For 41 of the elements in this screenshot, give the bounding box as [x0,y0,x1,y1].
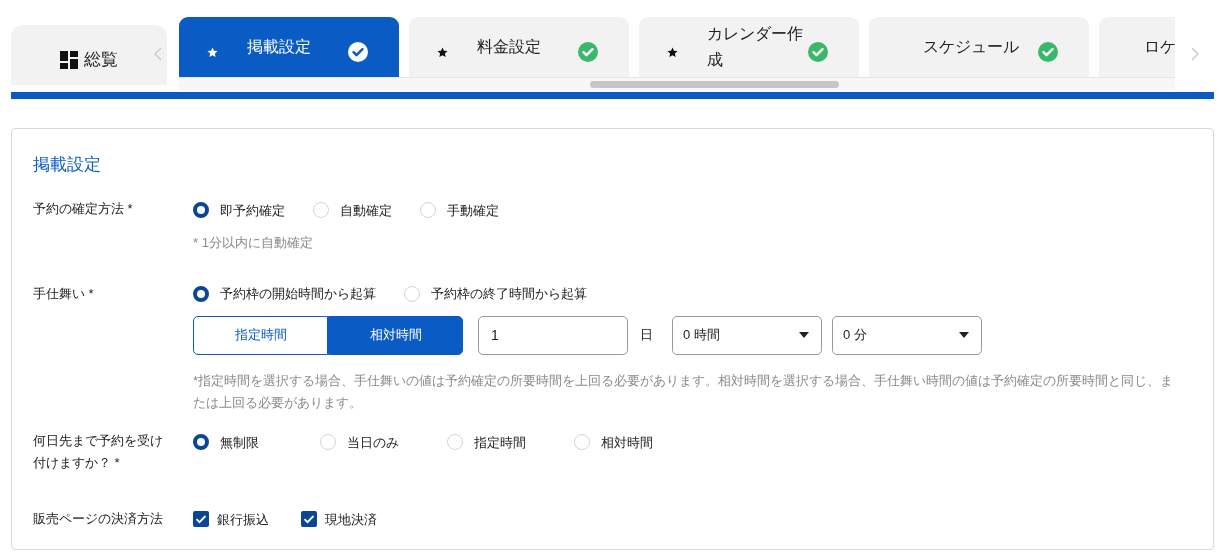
step-tab[interactable]: ロケ [1099,17,1175,77]
field-label: 予約の確定方法 * [33,199,134,218]
overview-tab[interactable]: 総覧 [11,25,167,85]
segment-button[interactable]: 相対時間 [328,315,463,355]
step-tab[interactable]: スケジュール [869,17,1089,77]
radio-label: 自動確定 [340,201,392,220]
dropdown-select[interactable]: 0 分 [832,315,982,355]
note-text: * 1分以内に自動確定 [193,234,314,252]
dashboard-icon [60,51,78,69]
radio-label: 当日のみ [347,433,399,452]
radio-label: 即予約確定 [220,201,285,220]
note-text: *指定時間を選択する場合、手仕舞いの値は予約確定の所要時間を上回る必要があります。相対時間を選択する場合、手仕舞い時間の値は予約確定の所要時間と同じ、または上回る必要があります。 [193,371,1175,412]
chevron-left-icon[interactable] [154,47,162,61]
radio-label: 手動確定 [447,201,499,220]
section-title: 掲載設定 [33,154,102,176]
days-input[interactable]: 1 [478,315,628,355]
checkbox-label: 現地決済 [325,510,377,529]
radio-label: 無制限 [220,433,259,452]
checkbox[interactable] [301,511,317,528]
step-tab[interactable]: 料金設定 [409,17,629,77]
dropdown-select[interactable]: 0 時間 [672,315,822,355]
field-label: 何日先まで予約を受け付けますか？ * [33,431,164,472]
step-tab[interactable]: カレンダー作成 [639,17,859,77]
scrollbar[interactable] [179,77,1175,90]
days-unit: 日 [640,326,653,345]
radio-label: 指定時間 [474,433,526,452]
radio-button[interactable] [193,285,209,302]
radio-label: 相対時間 [601,433,653,452]
field-label: 手仕舞い * [33,284,95,303]
chevron-right-icon[interactable] [1191,47,1199,61]
segment-button[interactable]: 指定時間 [193,315,328,355]
field-label: 販売ページの決済方法 [33,509,164,528]
caret-icon [799,332,809,338]
radio-label: 予約枠の開始時間から起算 [220,284,376,303]
checkbox-label: 銀行振込 [217,510,269,529]
radio-button[interactable] [193,202,209,219]
step-tab[interactable]: 掲載設定 [179,17,399,77]
radio-label: 予約枠の終了時間から起算 [431,284,587,303]
radio-button[interactable] [193,434,209,451]
caret-icon [959,332,969,338]
checkbox[interactable] [193,511,209,528]
